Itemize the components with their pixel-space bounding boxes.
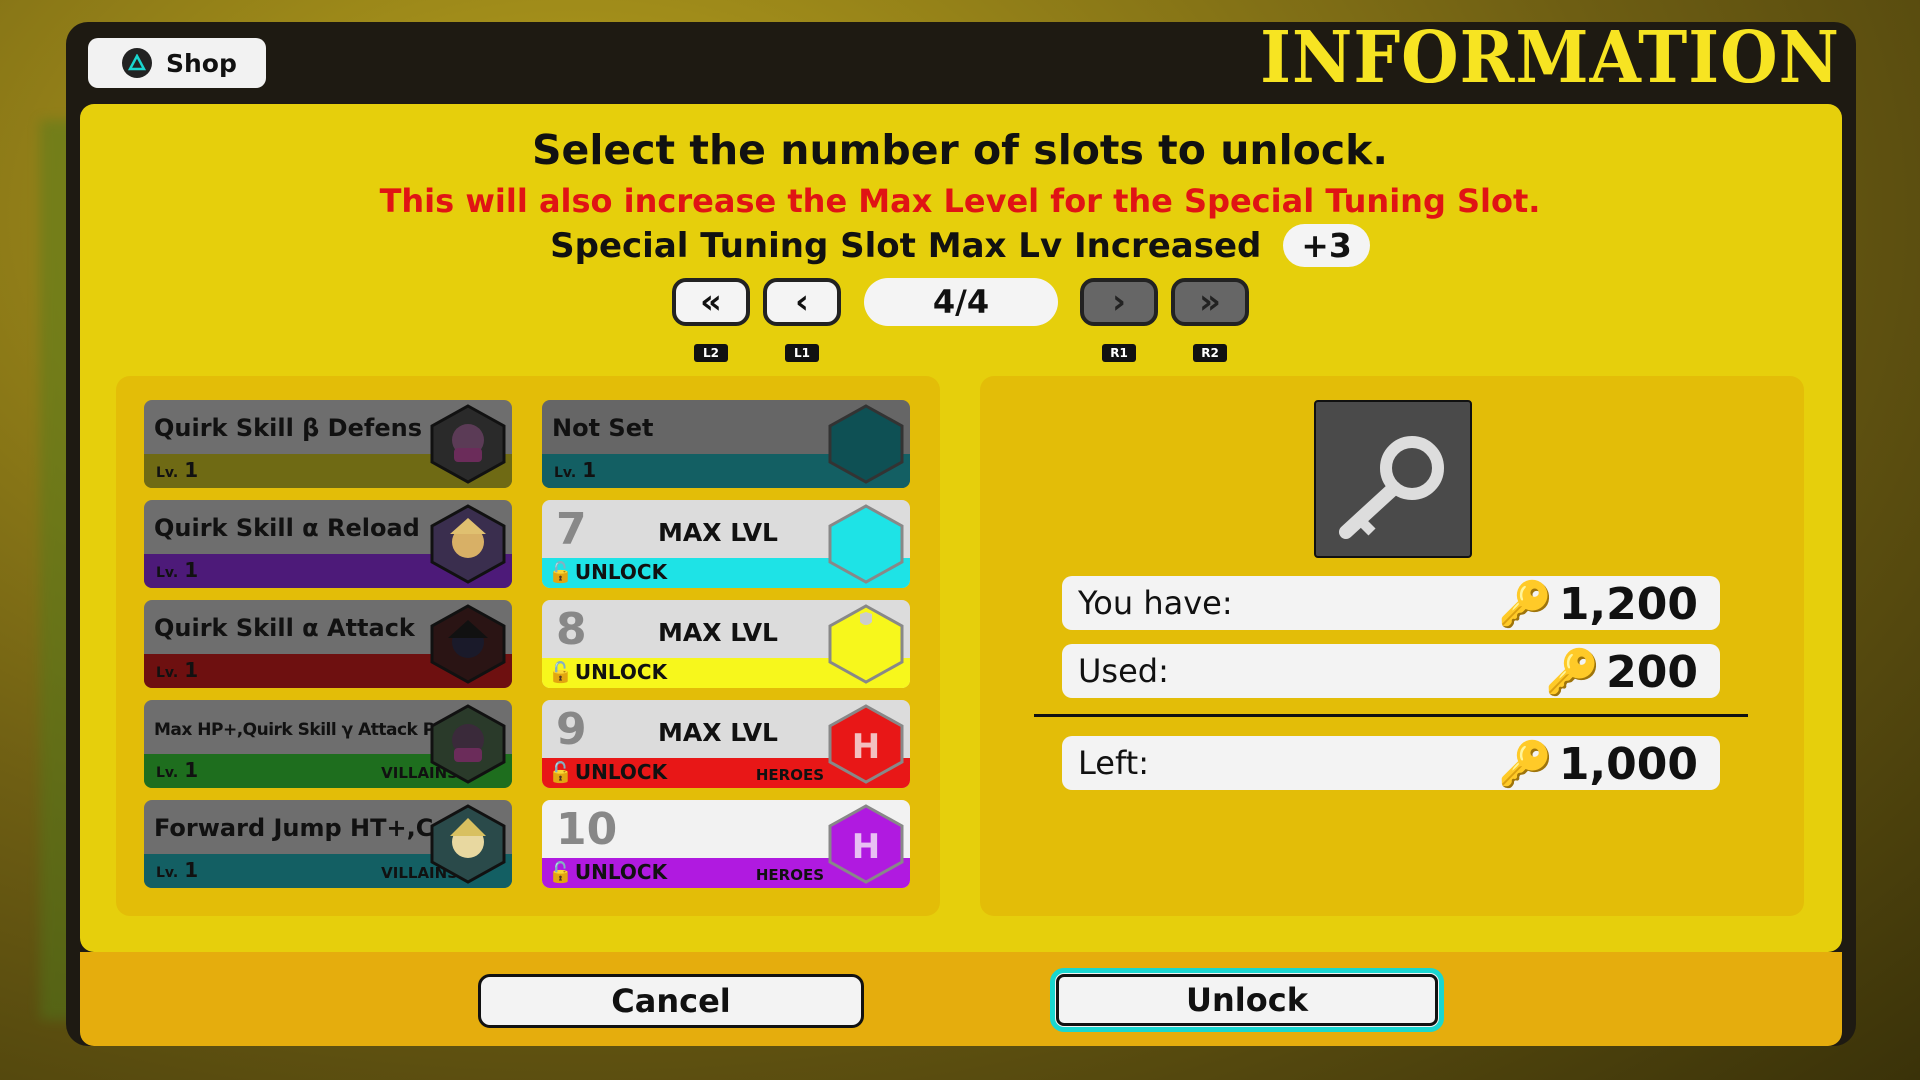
character-avatar-icon — [430, 804, 506, 884]
slot-number: 10 — [556, 804, 618, 855]
page-title: INFORMATION — [1260, 14, 1840, 100]
lock-icon: 🔓 — [548, 560, 573, 584]
skill-card[interactable]: Max HP+,Quirk Skill γ Attack Power+ Lv.1… — [144, 700, 512, 788]
you-have-label: You have: — [1078, 584, 1233, 622]
key-icon: 🔑 — [1545, 647, 1601, 698]
l1-hint: L1 — [785, 344, 819, 362]
locked-slot-card[interactable]: 8 MAX LVL 🔓 UNLOCK — [542, 600, 910, 688]
svg-text:H: H — [852, 827, 880, 867]
used-row: Used: 🔑 200 — [1062, 644, 1720, 698]
used-value: 🔑 200 — [1545, 646, 1698, 699]
locked-slot-card[interactable]: 7 MAX LVL 🔓 UNLOCK — [542, 500, 910, 588]
prev-page-button[interactable]: ‹ — [763, 278, 841, 326]
locked-slot-card[interactable]: 10 🔓 UNLOCK HEROES H — [542, 800, 910, 888]
next-page-button[interactable]: › — [1080, 278, 1158, 326]
shop-button[interactable]: Shop — [88, 38, 266, 88]
faction-label: HEROES — [755, 766, 824, 784]
l2-hint: L2 — [694, 344, 728, 362]
character-avatar-icon — [430, 604, 506, 684]
you-have-row: You have: 🔑 1,200 — [1062, 576, 1720, 630]
summary-divider — [1034, 714, 1748, 717]
skill-level: Lv. 1 — [156, 658, 199, 682]
key-icon: 🔑 — [1498, 579, 1553, 630]
skill-level: Lv. 1 — [156, 858, 199, 882]
left-row: Left: 🔑 1,000 — [1062, 736, 1720, 790]
dialog-warning: This will also increase the Max Level fo… — [379, 182, 1541, 220]
svg-text:H: H — [852, 727, 880, 767]
key-icon: 🔑 — [1498, 739, 1553, 790]
cancel-button[interactable]: Cancel — [478, 974, 864, 1028]
lock-icon: 🔓 — [548, 660, 573, 684]
skill-name: Quirk Skill α Reload — [154, 514, 420, 542]
skill-level: Lv. 1 — [156, 458, 199, 482]
lock-icon: 🔓 — [548, 760, 573, 784]
increase-label: Special Tuning Slot Max Lv Increased — [550, 226, 1262, 266]
slot-name: Not Set — [552, 414, 654, 442]
first-page-button[interactable]: « — [672, 278, 750, 326]
slot-number: 9 — [556, 704, 587, 755]
page-indicator: 4/4 — [864, 278, 1058, 326]
dialog-footer — [80, 952, 1842, 1046]
slot-level: Lv. 1 — [554, 458, 597, 482]
shop-label: Shop — [166, 48, 237, 78]
slot-number: 8 — [556, 604, 587, 655]
max-level-label: MAX LVL — [658, 518, 778, 547]
skill-card[interactable]: Quirk Skill α Reload Lv. 1 — [144, 500, 512, 588]
max-level-label: MAX LVL — [658, 718, 778, 747]
skill-level: Lv. 1 — [156, 558, 199, 582]
skill-name: Quirk Skill β Defens — [154, 414, 422, 442]
empty-slot-icon — [828, 404, 904, 484]
last-page-button[interactable]: » — [1171, 278, 1249, 326]
skill-card[interactable]: Quirk Skill α Attack Lv. 1 — [144, 600, 512, 688]
shield-slot-icon — [828, 604, 904, 684]
unlock-label: 🔓 UNLOCK — [548, 760, 668, 784]
triangle-button-icon — [122, 48, 152, 78]
unlock-label: 🔓 UNLOCK — [548, 560, 668, 584]
left-value: 🔑 1,000 — [1498, 738, 1698, 791]
character-avatar-icon — [430, 504, 506, 584]
unlock-button[interactable]: Unlock — [1050, 968, 1444, 1032]
skill-name: Forward Jump HT+,C — [154, 814, 434, 842]
dialog-heading: Select the number of slots to unlock. — [532, 126, 1388, 174]
unlock-label: 🔓 UNLOCK — [548, 860, 668, 884]
skill-name: Max HP+,Quirk Skill γ Attack Power+ — [154, 720, 434, 740]
max-level-label: MAX LVL — [658, 618, 778, 647]
used-label: Used: — [1078, 652, 1169, 690]
r1-hint: R1 — [1102, 344, 1136, 362]
slot-type-icon — [828, 504, 904, 584]
r2-hint: R2 — [1193, 344, 1227, 362]
max-level-increase: Special Tuning Slot Max Lv Increased +3 — [0, 224, 1920, 267]
character-avatar-icon — [430, 704, 506, 784]
faction-label: HEROES — [755, 866, 824, 884]
increase-value-badge: +3 — [1283, 224, 1370, 267]
slot-number: 7 — [556, 504, 587, 555]
heroes-slot-icon: H — [828, 804, 904, 884]
character-avatar-icon — [430, 404, 506, 484]
skill-card[interactable]: Quirk Skill β Defens Lv. 1 — [144, 400, 512, 488]
skill-card[interactable]: Forward Jump HT+,C Lv. 1 VILLAINS — [144, 800, 512, 888]
skill-level: Lv. 1 — [156, 758, 199, 782]
slot-card-not-set[interactable]: Not Set Lv. 1 — [542, 400, 910, 488]
locked-slot-card[interactable]: 9 MAX LVL 🔓 UNLOCK HEROES H — [542, 700, 910, 788]
left-label: Left: — [1078, 744, 1149, 782]
you-have-value: 🔑 1,200 — [1498, 578, 1698, 631]
skill-name: Quirk Skill α Attack — [154, 614, 415, 642]
lock-icon: 🔓 — [548, 860, 573, 884]
unlock-label: 🔓 UNLOCK — [548, 660, 668, 684]
heroes-slot-icon: H — [828, 704, 904, 784]
key-icon — [1314, 400, 1472, 558]
